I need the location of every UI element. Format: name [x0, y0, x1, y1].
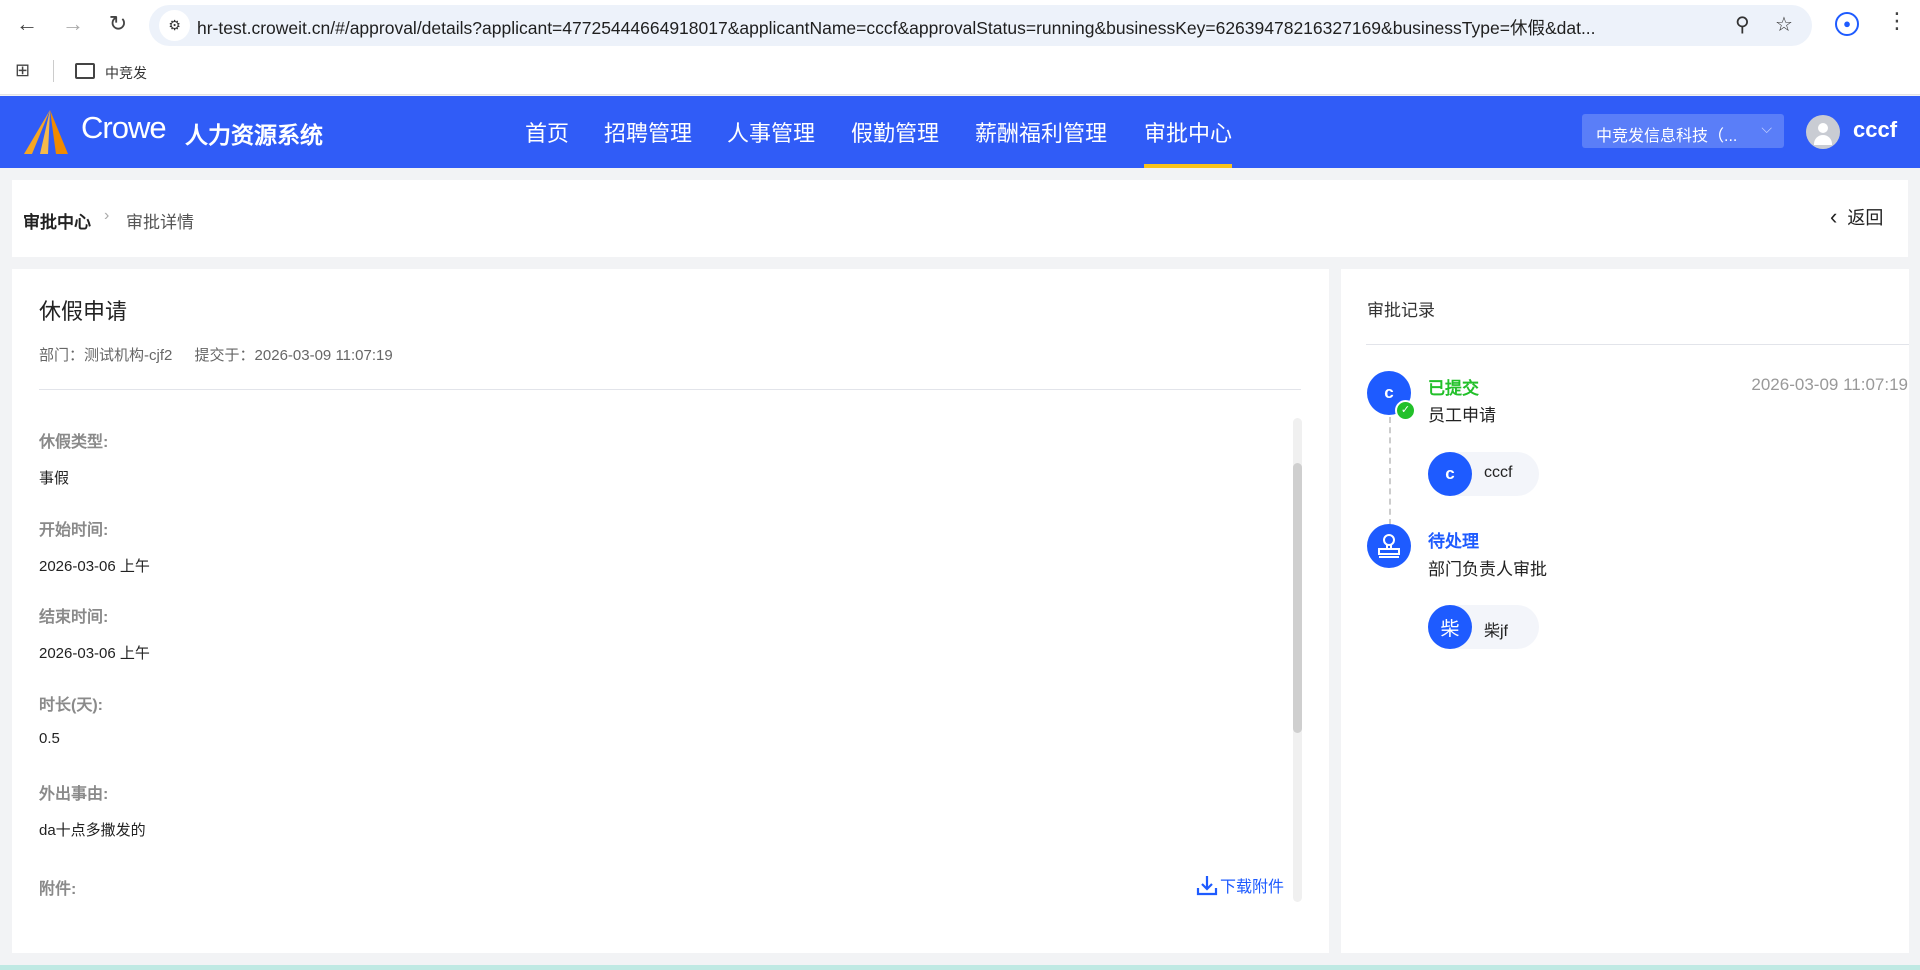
- field-label-reason: 外出事由:: [39, 786, 109, 803]
- download-label: 下载附件: [1220, 879, 1285, 896]
- detail-meta: 部门：测试机构-cjf2 提交于：2026-03-09 11:07:19: [39, 344, 393, 365]
- field-value-end: 2026-03-06 上午: [39, 645, 150, 662]
- bottom-bar: [0, 965, 1920, 970]
- field-value-duration: 0.5: [39, 730, 60, 747]
- detail-card: [12, 269, 1329, 953]
- field-label-duration: 时长(天):: [39, 697, 103, 714]
- check-icon: ✓: [1395, 400, 1416, 421]
- user-avatar: 柴: [1428, 605, 1472, 649]
- submitted-value: 2026-03-09 11:07:19: [254, 347, 393, 364]
- step-time: 2026-03-09 11:07:19: [1751, 375, 1908, 394]
- company-select[interactable]: 中竞发信息科技（... ⌵: [1582, 114, 1784, 148]
- chevron-left-icon: ‹: [1830, 204, 1838, 229]
- back-icon[interactable]: ←: [13, 10, 41, 38]
- scrollbar-thumb[interactable]: [1293, 463, 1302, 733]
- step-node: 员工申请: [1428, 406, 1496, 425]
- download-attachment-link[interactable]: 下载附件: [1196, 873, 1284, 897]
- username[interactable]: cccf: [1853, 117, 1897, 143]
- department-value: 测试机构-cjf2: [84, 347, 173, 364]
- field-label-attachment: 附件:: [39, 881, 77, 898]
- profile-icon[interactable]: ●: [1835, 12, 1859, 36]
- avatar[interactable]: [1806, 115, 1840, 149]
- address-bar[interactable]: ⚙ hr-test.croweit.cn/#/approval/details?…: [149, 5, 1812, 46]
- site-settings-icon[interactable]: ⚙: [159, 10, 190, 41]
- zoom-icon[interactable]: ⚲: [1735, 12, 1750, 37]
- field-label-end: 结束时间:: [39, 609, 109, 626]
- forward-icon[interactable]: →: [59, 10, 87, 38]
- divider: [53, 60, 54, 82]
- timeline-connector: [1389, 417, 1391, 525]
- url-text[interactable]: hr-test.croweit.cn/#/approval/details?ap…: [197, 15, 1717, 40]
- bookmarks-bar: ⊞ 中竞发: [0, 50, 1920, 92]
- department-label: 部门：: [39, 347, 85, 364]
- nav-attendance[interactable]: 假勤管理: [851, 116, 939, 148]
- back-button[interactable]: ‹ 返回: [1830, 204, 1883, 230]
- folder-icon: [75, 63, 95, 79]
- field-label-leave-type: 休假类型:: [39, 434, 109, 451]
- field-value-start: 2026-03-06 上午: [39, 558, 150, 575]
- star-icon[interactable]: ☆: [1775, 12, 1793, 37]
- bookmark-folder[interactable]: 中竞发: [105, 63, 147, 83]
- approver-chip: 柴 柴jf: [1428, 605, 1539, 649]
- download-icon: [1196, 876, 1218, 896]
- menu-icon[interactable]: ⋮: [1886, 8, 1908, 34]
- breadcrumb-parent[interactable]: 审批中心: [23, 208, 91, 233]
- nav-recruitment[interactable]: 招聘管理: [604, 116, 692, 148]
- field-value-leave-type: 事假: [39, 470, 70, 487]
- nav-approval-center[interactable]: 审批中心: [1144, 116, 1233, 168]
- user-name: 柴jf: [1484, 623, 1509, 640]
- page-title: 休假申请: [39, 299, 128, 324]
- scrollbar-track[interactable]: [1293, 418, 1302, 902]
- step-status: 已提交: [1428, 379, 1479, 398]
- field-label-start: 开始时间:: [39, 522, 109, 539]
- nav-payroll[interactable]: 薪酬福利管理: [975, 116, 1107, 148]
- company-select-value: 中竞发信息科技（...: [1596, 128, 1738, 145]
- browser-toolbar: ← → ↻ ⚙ hr-test.croweit.cn/#/approval/de…: [0, 0, 1920, 95]
- field-value-reason: da十点多撒发的: [39, 822, 146, 839]
- stamp-icon: [1367, 524, 1411, 568]
- user-avatar: c: [1428, 452, 1472, 496]
- breadcrumb: 审批中心 › 审批详情 ‹ 返回: [12, 180, 1908, 257]
- step-status: 待处理: [1428, 532, 1479, 551]
- divider: [1366, 344, 1909, 345]
- record-title: 审批记录: [1367, 301, 1435, 320]
- submitted-label: 提交于：: [194, 347, 255, 364]
- chevron-down-icon: ⌵: [1761, 120, 1772, 136]
- reload-icon[interactable]: ↻: [104, 10, 132, 38]
- logo-text: Crowe: [81, 110, 167, 145]
- nav-personnel[interactable]: 人事管理: [727, 116, 815, 148]
- approval-record-card: [1341, 269, 1909, 953]
- breadcrumb-current: 审批详情: [126, 213, 194, 232]
- back-label: 返回: [1847, 208, 1884, 228]
- step-node: 部门负责人审批: [1428, 560, 1547, 579]
- nav-home[interactable]: 首页: [525, 116, 569, 148]
- system-name: 人力资源系统: [185, 122, 323, 148]
- apps-icon[interactable]: ⊞: [15, 60, 30, 81]
- app-header: Crowe 人力资源系统 首页 招聘管理 人事管理 假勤管理 薪酬福利管理 审批…: [0, 96, 1920, 168]
- approver-chip: c cccf: [1428, 452, 1539, 496]
- user-name: cccf: [1484, 464, 1513, 481]
- crowe-logo-icon: [24, 110, 68, 154]
- chevron-right-icon: ›: [104, 207, 110, 224]
- divider: [39, 389, 1301, 390]
